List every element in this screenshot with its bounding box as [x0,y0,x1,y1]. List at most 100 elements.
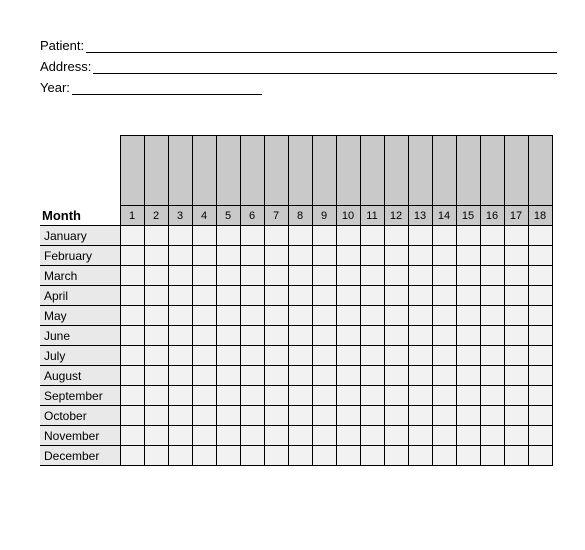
day-cell[interactable] [192,306,216,326]
day-cell[interactable] [384,266,408,286]
day-cell[interactable] [264,306,288,326]
day-cell[interactable] [504,446,528,466]
day-cell[interactable] [144,226,168,246]
day-cell[interactable] [144,246,168,266]
day-cell[interactable] [120,246,144,266]
day-cell[interactable] [456,306,480,326]
day-cell[interactable] [168,266,192,286]
day-cell[interactable] [408,326,432,346]
day-cell[interactable] [336,386,360,406]
day-cell[interactable] [480,326,504,346]
day-cell[interactable] [120,226,144,246]
day-cell[interactable] [216,286,240,306]
day-cell[interactable] [216,446,240,466]
day-cell[interactable] [360,406,384,426]
day-cell[interactable] [336,226,360,246]
day-cell[interactable] [192,426,216,446]
year-input-line[interactable] [72,81,262,95]
day-cell[interactable] [336,266,360,286]
day-cell[interactable] [456,426,480,446]
day-cell[interactable] [384,446,408,466]
day-cell[interactable] [144,326,168,346]
day-cell[interactable] [240,426,264,446]
day-cell[interactable] [456,286,480,306]
day-cell[interactable] [480,226,504,246]
day-cell[interactable] [264,246,288,266]
day-cell[interactable] [408,306,432,326]
day-cell[interactable] [240,286,264,306]
day-cell[interactable] [144,266,168,286]
day-cell[interactable] [312,426,336,446]
day-cell[interactable] [240,266,264,286]
day-cell[interactable] [312,326,336,346]
day-cell[interactable] [288,326,312,346]
day-cell[interactable] [504,266,528,286]
day-cell[interactable] [456,406,480,426]
day-cell[interactable] [264,346,288,366]
day-cell[interactable] [432,346,456,366]
day-cell[interactable] [480,266,504,286]
day-cell[interactable] [528,366,552,386]
day-cell[interactable] [168,226,192,246]
day-cell[interactable] [408,426,432,446]
day-cell[interactable] [144,306,168,326]
day-cell[interactable] [336,446,360,466]
address-input-line[interactable] [93,60,557,74]
day-cell[interactable] [456,326,480,346]
day-cell[interactable] [120,426,144,446]
day-cell[interactable] [312,226,336,246]
day-cell[interactable] [312,386,336,406]
day-cell[interactable] [312,406,336,426]
day-cell[interactable] [528,406,552,426]
day-cell[interactable] [360,306,384,326]
day-cell[interactable] [240,386,264,406]
day-cell[interactable] [528,386,552,406]
day-cell[interactable] [192,406,216,426]
day-cell[interactable] [192,286,216,306]
day-cell[interactable] [240,306,264,326]
day-cell[interactable] [408,246,432,266]
day-cell[interactable] [240,246,264,266]
day-cell[interactable] [480,306,504,326]
day-cell[interactable] [528,426,552,446]
day-cell[interactable] [168,286,192,306]
day-cell[interactable] [120,346,144,366]
day-cell[interactable] [408,226,432,246]
day-cell[interactable] [360,346,384,366]
day-cell[interactable] [192,226,216,246]
day-cell[interactable] [216,386,240,406]
day-cell[interactable] [312,346,336,366]
day-cell[interactable] [168,326,192,346]
day-cell[interactable] [120,386,144,406]
day-cell[interactable] [384,406,408,426]
day-cell[interactable] [432,406,456,426]
day-cell[interactable] [432,366,456,386]
day-cell[interactable] [384,226,408,246]
day-cell[interactable] [216,226,240,246]
day-cell[interactable] [432,326,456,346]
day-cell[interactable] [288,286,312,306]
day-cell[interactable] [288,366,312,386]
day-cell[interactable] [288,346,312,366]
day-cell[interactable] [312,446,336,466]
day-cell[interactable] [240,226,264,246]
day-cell[interactable] [336,326,360,346]
day-cell[interactable] [336,346,360,366]
day-cell[interactable] [528,286,552,306]
day-cell[interactable] [264,366,288,386]
day-cell[interactable] [120,406,144,426]
day-cell[interactable] [288,266,312,286]
day-cell[interactable] [408,446,432,466]
day-cell[interactable] [528,266,552,286]
patient-input-line[interactable] [86,39,557,53]
day-cell[interactable] [312,266,336,286]
day-cell[interactable] [216,326,240,346]
day-cell[interactable] [216,246,240,266]
day-cell[interactable] [264,386,288,406]
day-cell[interactable] [480,426,504,446]
day-cell[interactable] [240,326,264,346]
day-cell[interactable] [480,346,504,366]
day-cell[interactable] [168,306,192,326]
day-cell[interactable] [504,246,528,266]
day-cell[interactable] [384,326,408,346]
